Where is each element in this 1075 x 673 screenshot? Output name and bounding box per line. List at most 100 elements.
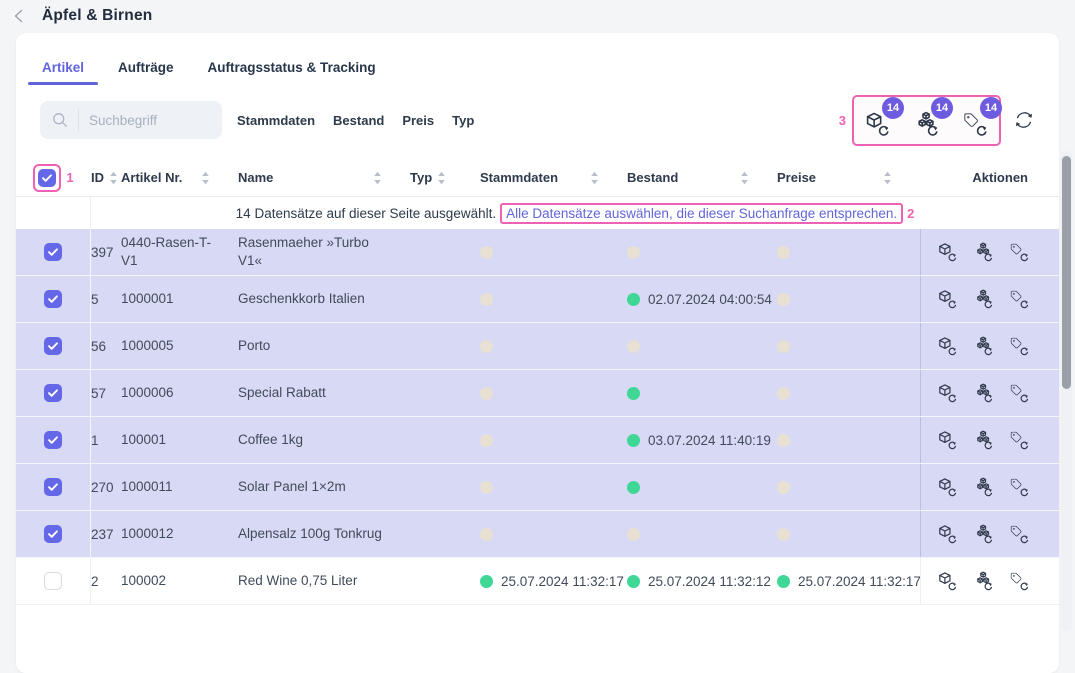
row-sync-price-button[interactable] (1009, 524, 1030, 545)
table-row[interactable]: 270 1000011 Solar Panel 1×2m (16, 464, 1059, 511)
cell-bestand: 25.07.2024 11:32:12 (627, 574, 777, 589)
row-sync-article-button[interactable] (937, 524, 958, 545)
sort-icon[interactable] (201, 171, 210, 185)
table-row[interactable]: 57 1000006 Special Rabatt (16, 370, 1059, 417)
col-header-typ[interactable]: Typ (410, 170, 432, 185)
row-sync-price-button[interactable] (1009, 383, 1030, 404)
sort-icon[interactable] (740, 171, 749, 185)
filter-preis[interactable]: Preis (402, 113, 434, 128)
cell-article-no: 100001 (121, 431, 238, 449)
col-header-preise[interactable]: Preise (777, 170, 816, 185)
tab-artikel[interactable]: Artikel (40, 54, 86, 85)
row-sync-article-button[interactable] (937, 336, 958, 357)
row-sync-article-button[interactable] (937, 383, 958, 404)
table-row[interactable]: 237 1000012 Alpensalz 100g Tonkrug (16, 511, 1059, 558)
tag-sync-icon (1009, 477, 1030, 498)
search-box[interactable] (40, 101, 222, 139)
col-header-stammdaten[interactable]: Stammdaten (480, 170, 558, 185)
scrollbar-track[interactable] (1061, 151, 1072, 631)
row-checkbox[interactable] (44, 337, 62, 355)
scrollbar-thumb[interactable] (1062, 156, 1071, 389)
preise-status-dot (777, 387, 790, 400)
cell-stammdaten: 25.07.2024 11:32:17 (480, 574, 627, 589)
row-checkbox[interactable] (44, 243, 62, 261)
row-sync-price-button[interactable] (1009, 336, 1030, 357)
row-sync-price-button[interactable] (1009, 571, 1030, 592)
refresh-button[interactable] (1013, 109, 1035, 131)
col-header-id[interactable]: ID (91, 170, 104, 185)
select-all-checkbox[interactable] (38, 169, 56, 187)
table-row[interactable]: 1 100001 Coffee 1kg 03.07.2024 11:40:19 (16, 417, 1059, 464)
sort-icon[interactable] (373, 171, 382, 185)
row-checkbox[interactable] (44, 525, 62, 543)
cell-article-no: 1000001 (121, 290, 238, 308)
row-sync-price-button[interactable] (1009, 242, 1030, 263)
sort-icon[interactable] (590, 171, 599, 185)
row-sync-article-button[interactable] (937, 430, 958, 451)
sync-articles-button[interactable]: 14 (864, 111, 891, 138)
table-row[interactable]: 5 1000001 Geschenkkorb Italien 02.07.202… (16, 276, 1059, 323)
row-checkbox[interactable] (44, 572, 62, 590)
cell-name: Coffee 1kg (238, 431, 410, 449)
row-sync-stock-button[interactable] (973, 477, 994, 498)
row-sync-stock-button[interactable] (973, 383, 994, 404)
check-icon (46, 527, 60, 541)
tab-auftraege[interactable]: Aufträge (116, 54, 176, 85)
row-sync-article-button[interactable] (937, 242, 958, 263)
row-sync-stock-button[interactable] (973, 430, 994, 451)
filter-typ[interactable]: Typ (452, 113, 474, 128)
search-input[interactable] (89, 113, 209, 128)
annotation-3-box: 14 14 14 (852, 95, 1001, 146)
row-checkbox[interactable] (44, 478, 62, 496)
selection-banner: 14 Datensätze auf dieser Seite ausgewähl… (16, 197, 1059, 229)
row-sync-article-button[interactable] (937, 571, 958, 592)
sort-icon[interactable] (437, 171, 446, 185)
table-row[interactable]: 56 1000005 Porto (16, 323, 1059, 370)
row-sync-stock-button[interactable] (973, 289, 994, 310)
back-button[interactable] (10, 7, 28, 25)
sync-prices-button[interactable]: 14 (962, 111, 989, 138)
table-row[interactable]: 2 100002 Red Wine 0,75 Liter 25.07.2024 … (16, 558, 1059, 605)
row-checkbox[interactable] (44, 384, 62, 402)
cell-article-no: 0440-Rasen-T-V1 (121, 234, 238, 270)
check-icon (46, 433, 60, 447)
cell-article-no: 1000005 (121, 337, 238, 355)
row-sync-price-button[interactable] (1009, 289, 1030, 310)
col-header-article-no[interactable]: Artikel Nr. (121, 170, 182, 185)
sort-icon[interactable] (109, 171, 118, 185)
col-header-name[interactable]: Name (238, 170, 273, 185)
sort-icon[interactable] (883, 171, 892, 185)
cell-name: Special Rabatt (238, 384, 410, 402)
tag-sync-icon (1009, 430, 1030, 451)
filter-stammdaten[interactable]: Stammdaten (237, 113, 315, 128)
bestand-status-dot (627, 246, 640, 259)
table-row[interactable]: 397 0440-Rasen-T-V1 Rasenmaeher »Turbo V… (16, 229, 1059, 276)
cell-name: Alpensalz 100g Tonkrug (238, 525, 410, 543)
row-sync-stock-button[interactable] (973, 524, 994, 545)
preise-status-dot (777, 434, 790, 447)
row-sync-stock-button[interactable] (973, 571, 994, 592)
row-sync-stock-button[interactable] (973, 336, 994, 357)
cell-id: 56 (91, 339, 121, 354)
row-sync-price-button[interactable] (1009, 430, 1030, 451)
filter-bestand[interactable]: Bestand (333, 113, 384, 128)
row-sync-article-button[interactable] (937, 289, 958, 310)
tab-auftragsstatus-tracking[interactable]: Auftragsstatus & Tracking (206, 54, 378, 85)
preise-status-dot (777, 481, 790, 494)
row-sync-price-button[interactable] (1009, 477, 1030, 498)
page-title: Äpfel & Birnen (42, 7, 152, 25)
bestand-status-dot (627, 340, 640, 353)
row-sync-stock-button[interactable] (973, 242, 994, 263)
cube-sync-icon (937, 242, 958, 263)
cell-preise (777, 340, 920, 353)
select-all-matching-link[interactable]: Alle Datensätze auswählen, die dieser Su… (506, 206, 897, 221)
row-sync-article-button[interactable] (937, 477, 958, 498)
sync-stock-button[interactable]: 14 (913, 111, 940, 138)
row-checkbox[interactable] (44, 290, 62, 308)
col-header-bestand[interactable]: Bestand (627, 170, 678, 185)
row-checkbox[interactable] (44, 431, 62, 449)
bestand-status-dot (627, 434, 640, 447)
cell-bestand (627, 481, 777, 494)
bestand-status-dot (627, 293, 640, 306)
cell-bestand: 03.07.2024 11:40:19 (627, 433, 777, 448)
